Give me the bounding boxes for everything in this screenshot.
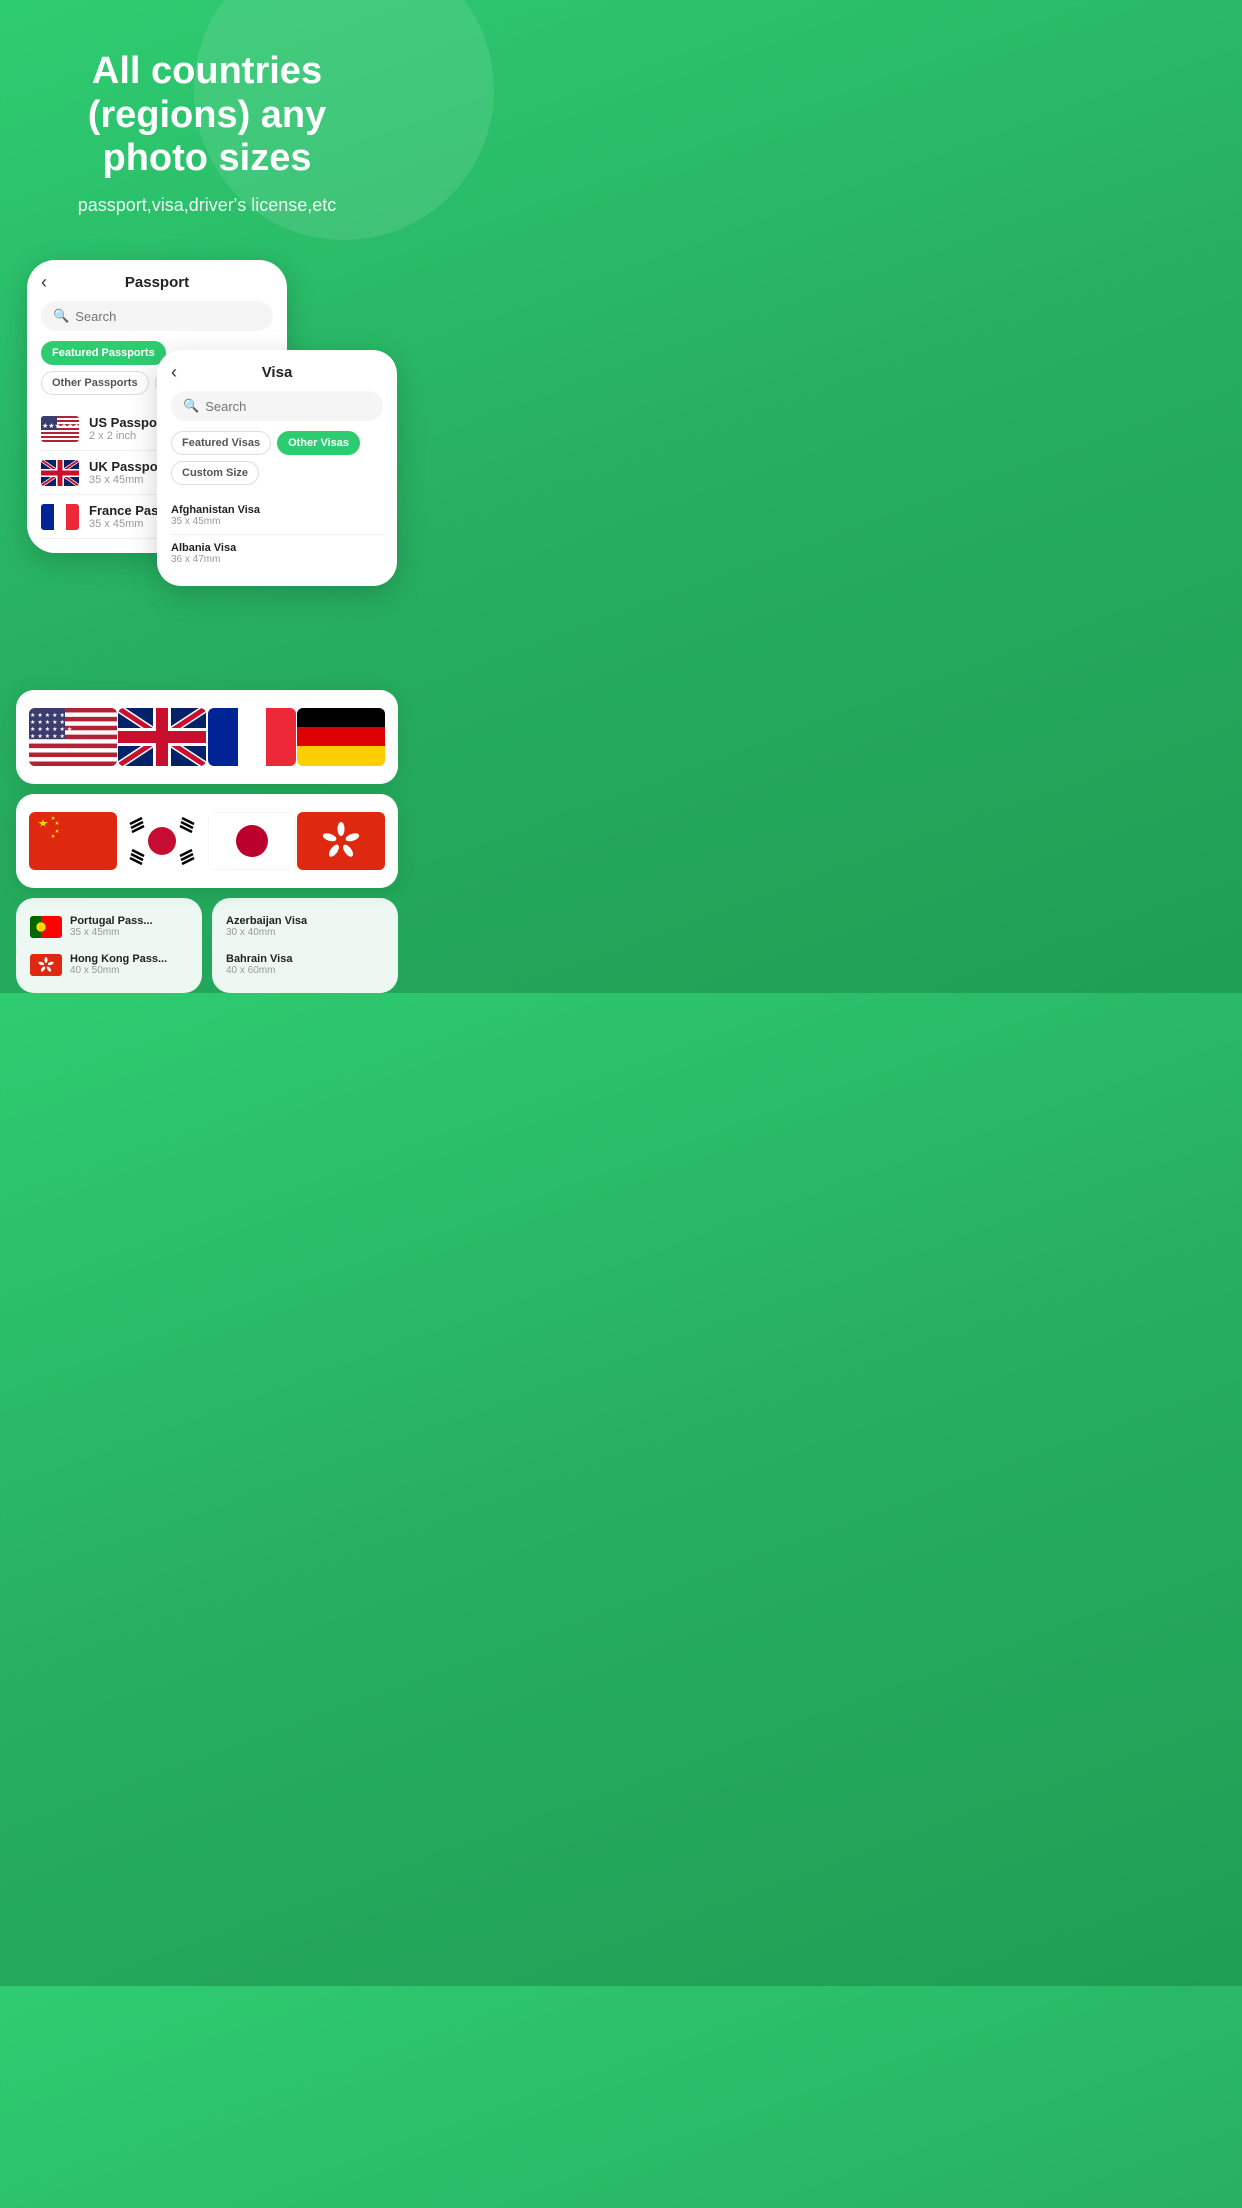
hk-passport-name: Hong Kong Pass... bbox=[70, 953, 167, 965]
bh-visa-info: Bahrain Visa 40 x 60mm bbox=[226, 953, 292, 976]
fr-flag-large[interactable] bbox=[208, 708, 296, 766]
cn-flag-large[interactable] bbox=[29, 812, 117, 870]
bottom-visa-item-az[interactable]: Azerbaijan Visa 30 x 40mm bbox=[226, 908, 384, 946]
pt-passport-name: Portugal Pass... bbox=[70, 915, 153, 927]
flags-card-row1: ★★★★★★ ★★★★★ ★★★★★★ ★★★★★ bbox=[16, 690, 398, 784]
uk-flag bbox=[41, 460, 79, 486]
us-flag: ★★★★★★ bbox=[41, 416, 79, 442]
flags-card-row2 bbox=[16, 794, 398, 888]
visa-list-item-albania[interactable]: Albania Visa 36 x 47mm bbox=[171, 535, 383, 572]
bottom-passport-item-hk[interactable]: Hong Kong Pass... 40 x 50mm bbox=[30, 946, 188, 983]
tab-featured-visas[interactable]: Featured Visas bbox=[171, 431, 271, 455]
tab-other-passports[interactable]: Other Passports bbox=[41, 371, 149, 395]
bh-visa-name: Bahrain Visa bbox=[226, 953, 292, 965]
passport-search-icon: 🔍 bbox=[53, 308, 69, 324]
visa-list-item-afghanistan[interactable]: Afghanistan Visa 35 x 45mm bbox=[171, 497, 383, 535]
bottom-passport-card: Portugal Pass... 35 x 45mm bbox=[16, 898, 202, 993]
visa-tabs: Featured Visas Other Visas Custom Size bbox=[171, 431, 383, 485]
passport-phone-header: ‹ Passport bbox=[41, 274, 273, 291]
visa-back-button[interactable]: ‹ bbox=[171, 362, 177, 383]
uk-passport-size: 35 x 45mm bbox=[89, 474, 167, 486]
passport-search-input[interactable] bbox=[75, 309, 261, 324]
jp-flag-large[interactable] bbox=[208, 812, 296, 870]
fr-flag bbox=[41, 504, 79, 530]
visa-search-icon: 🔍 bbox=[183, 398, 199, 414]
svg-text:★★★★★: ★★★★★ bbox=[30, 719, 67, 726]
us-flag-large[interactable]: ★★★★★★ ★★★★★ ★★★★★★ ★★★★★ bbox=[29, 708, 117, 766]
de-flag-large[interactable] bbox=[297, 708, 385, 766]
bottom-visa-item-bh[interactable]: Bahrain Visa 40 x 60mm bbox=[226, 946, 384, 983]
uk-passport-info: UK Passport 35 x 45mm bbox=[89, 459, 167, 486]
hero-title: All countries (regions) any photo sizes bbox=[30, 50, 384, 181]
svg-text:★★★★★★: ★★★★★★ bbox=[30, 726, 74, 733]
pt-passport-size: 35 x 45mm bbox=[70, 927, 153, 938]
hk-flag-large[interactable] bbox=[297, 812, 385, 870]
us-passport-size: 2 x 2 inch bbox=[89, 430, 166, 442]
us-passport-info: US Passport 2 x 2 inch bbox=[89, 415, 166, 442]
tab-other-visas[interactable]: Other Visas bbox=[277, 431, 360, 455]
hk-passport-size: 40 x 50mm bbox=[70, 965, 167, 976]
flags-section: ★★★★★★ ★★★★★ ★★★★★★ ★★★★★ bbox=[16, 690, 398, 888]
visa-phone-header: ‹ Visa bbox=[171, 364, 383, 381]
mockup-area: ‹ Passport 🔍 Featured Passports Other Pa… bbox=[17, 260, 397, 690]
hk-flag-small bbox=[30, 954, 62, 976]
afghanistan-visa-name: Afghanistan Visa bbox=[171, 504, 383, 516]
albania-visa-name: Albania Visa bbox=[171, 542, 383, 554]
albania-visa-size: 36 x 47mm bbox=[171, 554, 383, 565]
tab-featured-passports[interactable]: Featured Passports bbox=[41, 341, 166, 365]
az-visa-name: Azerbaijan Visa bbox=[226, 915, 307, 927]
visa-phone-title: Visa bbox=[262, 364, 293, 381]
pt-flag-small bbox=[30, 916, 62, 938]
bh-visa-size: 40 x 60mm bbox=[226, 965, 292, 976]
uk-flag-large[interactable] bbox=[118, 708, 206, 766]
passport-search-bar[interactable]: 🔍 bbox=[41, 301, 273, 331]
bottom-area: Portugal Pass... 35 x 45mm bbox=[16, 898, 398, 993]
hero-section: All countries (regions) any photo sizes … bbox=[0, 0, 414, 236]
bottom-passport-item-pt[interactable]: Portugal Pass... 35 x 45mm bbox=[30, 908, 188, 946]
passport-phone-title: Passport bbox=[125, 274, 189, 291]
afghanistan-visa-size: 35 x 45mm bbox=[171, 516, 383, 527]
pt-passport-info: Portugal Pass... 35 x 45mm bbox=[70, 915, 153, 938]
uk-passport-name: UK Passport bbox=[89, 459, 167, 474]
svg-text:★★★★★★: ★★★★★★ bbox=[30, 712, 74, 719]
passport-back-button[interactable]: ‹ bbox=[41, 272, 47, 293]
kr-flag-large[interactable] bbox=[118, 812, 206, 870]
us-passport-name: US Passport bbox=[89, 415, 166, 430]
visa-phone: ‹ Visa 🔍 Featured Visas Other Visas Cust… bbox=[157, 350, 397, 586]
az-visa-size: 30 x 40mm bbox=[226, 927, 307, 938]
az-visa-info: Azerbaijan Visa 30 x 40mm bbox=[226, 915, 307, 938]
hero-subtitle: passport,visa,driver's license,etc bbox=[30, 195, 384, 216]
tab-custom-size-visa[interactable]: Custom Size bbox=[171, 461, 259, 485]
hk-passport-info: Hong Kong Pass... 40 x 50mm bbox=[70, 953, 167, 976]
visa-search-bar[interactable]: 🔍 bbox=[171, 391, 383, 421]
svg-text:★★★★★: ★★★★★ bbox=[30, 733, 67, 740]
svg-text:★★★★★★: ★★★★★★ bbox=[42, 422, 79, 430]
bottom-visa-card: Azerbaijan Visa 30 x 40mm Bahrain Visa 4… bbox=[212, 898, 398, 993]
visa-search-input[interactable] bbox=[205, 399, 371, 414]
